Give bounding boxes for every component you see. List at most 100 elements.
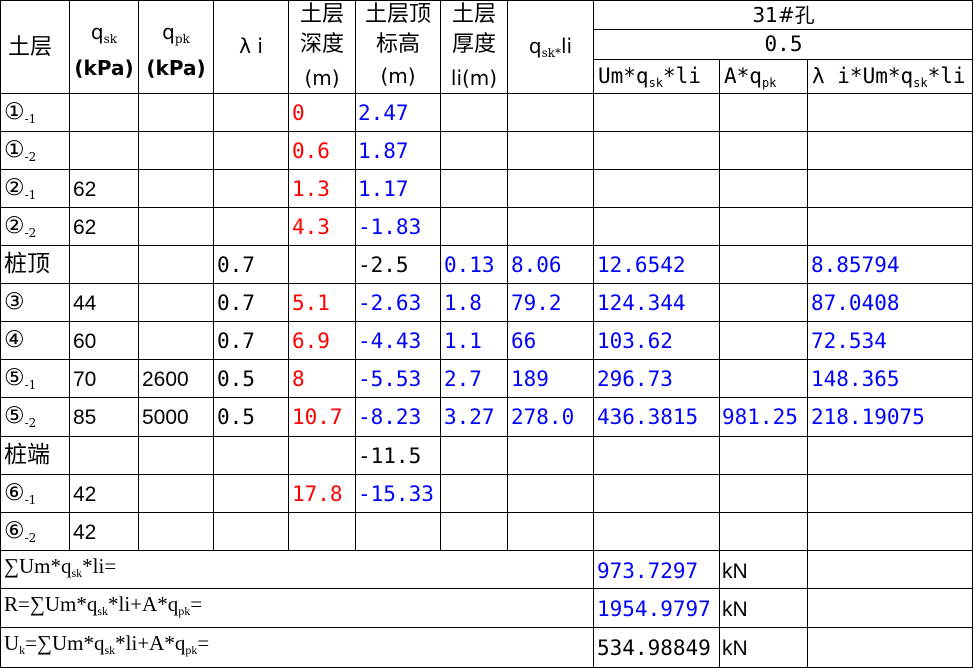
soil-layer-subscript: -2 [24,531,37,545]
qsk-value: 62 [73,216,97,239]
thickness-value: 0.13 [444,253,495,277]
soil-layer-symbol: ② [4,175,25,201]
depth-value: 8 [292,367,305,391]
summary-formula: R=∑Um*qsk*li+A*qpk= [4,592,202,618]
elevation-value: -4.43 [358,329,422,353]
soil-layer-symbol: 桩顶 [4,251,50,277]
header-soil-layer: 土层 [8,35,53,60]
thickness-value: 1.8 [444,291,482,315]
header-hole-value: 0.5 [764,32,803,56]
depth-value: 0 [292,101,305,125]
grid-hline [0,321,973,322]
grid-vline [507,0,508,551]
formula-subscript: pk [178,604,191,618]
grid-hline [0,131,973,132]
elevation-value: -2.63 [358,291,422,315]
header-depth-line2: 深度 [299,32,344,57]
header-elev-line2: 标高 [375,32,420,57]
soil-layer-label: ⑤-1 [4,365,36,392]
formula-text: *li+A*q [108,592,179,616]
header-qsk: qsk [70,22,138,45]
qskli-value: 189 [511,367,549,391]
formula-text: *li+A*q [115,631,186,655]
summary-unit: kN [722,598,748,621]
qsk-value: 44 [73,292,97,315]
formula-text: R= [4,592,30,616]
grid-vline [807,59,808,668]
qpk-value: 5000 [142,406,189,429]
header-um-sub: sk [648,76,664,90]
lambda-value: 0.5 [217,405,255,429]
elevation-value: 1.17 [358,177,409,201]
summary-value: 1954.9797 [597,597,711,621]
um-qsk-li-value: 436.3815 [597,405,699,429]
header-a-sub: pk [761,76,777,90]
lambda-um-qsk-li-value: 218.19075 [811,405,925,429]
summary-unit: kN [722,560,748,583]
header-qskli-letter: q [528,34,542,58]
lambda-value: 0.5 [217,367,255,391]
header-lambda: λ i [239,34,263,58]
grid-vline [69,0,70,551]
formula-text: ∑Um*q [4,554,72,578]
grid-hline [0,93,973,94]
thickness-value: 2.7 [444,367,482,391]
header-qskli-li: li [561,34,573,58]
soil-layer-symbol: ⑥ [4,518,25,544]
um-qsk-li-value: 296.73 [597,367,673,391]
soil-layer-subscript: -2 [24,416,37,430]
grid-vline [719,59,720,668]
elevation-value: -8.23 [358,405,422,429]
qskli-value: 79.2 [511,291,562,315]
grid-vline [0,0,1,668]
soil-layer-subscript: -2 [24,226,37,240]
header-qpk-unit: (kPa) [146,56,206,80]
grid-vline [213,0,214,551]
lambda-value: 0.7 [217,291,255,315]
soil-layer-label: ②-1 [4,175,36,202]
summary-formula: Uk=∑Um*qsk*li+A*qpk= [4,631,209,657]
formula-subscript: sk [104,643,116,657]
elevation-value: -1.83 [358,215,422,239]
formula-text: *li= [82,554,117,578]
qpk-value: 2600 [142,368,189,391]
header-lamum-col: λ i*Um*qsk*li [812,66,966,90]
soil-layer-label: ⑤-2 [4,403,37,430]
depth-value: 17.8 [292,482,343,506]
soil-layer-symbol: ③ [4,289,25,315]
soil-layer-label: ①-2 [4,139,37,164]
soil-layer-symbol: 桩端 [4,442,50,468]
soil-layer-label: ④ [4,329,25,352]
depth-value: 1.3 [292,177,330,201]
elevation-value: -11.5 [358,444,422,468]
soil-layer-label: ①-1 [4,101,37,126]
soil-layer-symbol: ⑤ [4,365,25,391]
summary-formula: ∑Um*qsk*li= [4,554,117,580]
qsk-value: 42 [73,483,97,506]
formula-subscript: sk [97,604,109,618]
header-qskli-sub: sk* [541,46,561,60]
header-qpk: qpk [139,22,213,45]
lambda-value: 0.7 [217,329,255,353]
soil-layer-subscript: -1 [24,112,37,126]
soil-layer-symbol: ⑥ [4,480,25,506]
soil-layer-subscript: -2 [24,150,37,164]
soil-layer-label: 桩端 [4,444,50,467]
qskli-value: 278.0 [511,405,575,429]
lambda-um-qsk-li-value: 72.534 [811,329,887,353]
elevation-value: -5.53 [358,367,422,391]
grid-hline [593,59,973,60]
header-thick-unit: li(m) [450,66,498,90]
um-qsk-li-value: 124.344 [597,291,686,315]
header-a-pre: A*q [724,64,762,88]
formula-text: =∑Um*q [25,631,105,655]
grid-hline [0,359,973,360]
lambda-value: 0.7 [217,253,255,277]
depth-value: 10.7 [292,405,343,429]
header-um-post: *li [663,64,701,88]
formula-text: ∑Um*q [29,592,98,616]
soil-layer-symbol: ⑤ [4,403,25,429]
qsk-value: 70 [73,368,97,391]
lambda-um-qsk-li-value: 8.85794 [811,253,900,277]
grid-vline [138,0,139,551]
